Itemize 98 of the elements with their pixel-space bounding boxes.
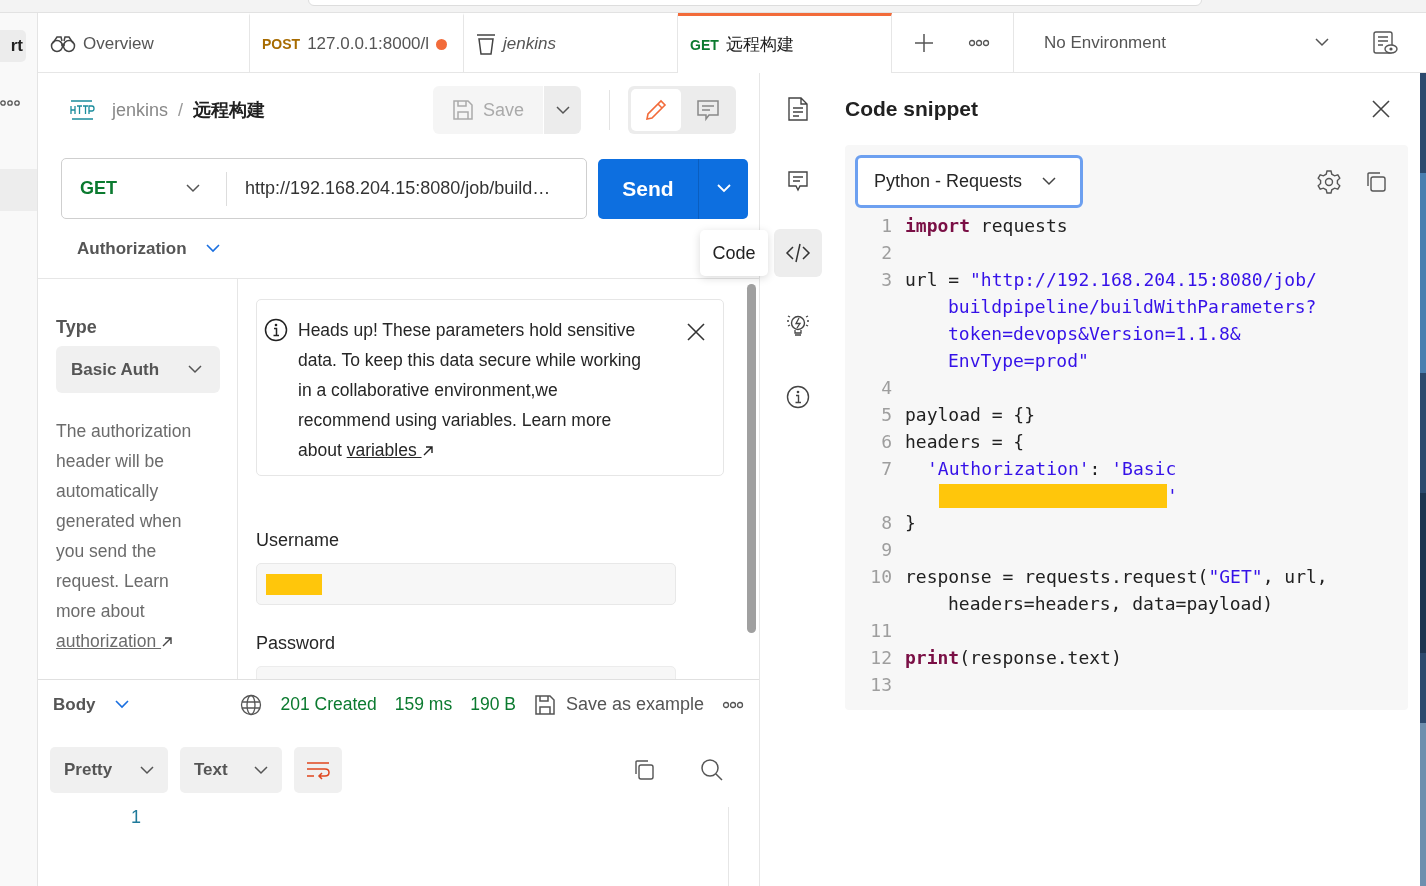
field-label: Username	[256, 530, 341, 551]
code-line: EnvType=prod"	[947, 349, 1090, 373]
caret-icon	[205, 244, 220, 253]
caret-icon	[555, 105, 570, 115]
environment-dropdown[interactable]: No Environment	[1014, 13, 1349, 72]
settings-icon[interactable]	[1316, 168, 1342, 195]
alert-text: Heads up! These parameters hold sensitive data. To keep this data secure while working in a collaborative environment,we recommend using variables. Learn more about variables	[298, 319, 643, 462]
line-number: 5	[880, 403, 892, 427]
caret-icon	[140, 765, 154, 775]
line-number: 7	[880, 457, 892, 481]
response-time[interactable]: 159 ms	[394, 694, 453, 715]
line-number: 8	[880, 511, 892, 535]
send-button[interactable]: Send	[598, 158, 699, 219]
line-number: 12	[869, 646, 892, 670]
line-number: 6	[880, 430, 892, 454]
code-line: buildpipeline/buildWithParameters?	[947, 295, 1318, 319]
breadcrumb-link[interactable]: jenkins	[112, 99, 169, 121]
caret-icon	[186, 184, 200, 193]
code-icon	[784, 243, 811, 263]
line-number: 11	[869, 619, 892, 643]
pencil-button[interactable]	[631, 89, 681, 131]
line-number: 13	[869, 673, 892, 697]
url-field[interactable]: GET http://192.168.204.15:8080/job/build…	[61, 158, 587, 219]
code-line: import requests	[905, 214, 1069, 238]
trash-can-icon	[476, 33, 496, 55]
globe-icon[interactable]	[240, 693, 263, 716]
code-line: }	[905, 511, 917, 535]
sidebar-button[interactable]: rt	[0, 30, 26, 62]
caret-icon	[188, 365, 202, 374]
code-button[interactable]	[773, 229, 822, 277]
copy-icon[interactable]	[632, 758, 656, 782]
code-line: url = "http://192.168.204.15:8080/job/	[905, 268, 1318, 292]
close-icon[interactable]	[1372, 100, 1390, 118]
caret-icon	[1315, 38, 1329, 47]
binoculars-icon	[50, 35, 76, 53]
info-icon	[785, 385, 810, 409]
field-label: Password	[256, 633, 337, 654]
line-number: 4	[880, 376, 892, 400]
code-line: payload = {}	[905, 403, 1037, 427]
document-icon	[786, 96, 809, 122]
section-dropdown[interactable]: Authorization	[77, 238, 220, 259]
line-number: 9	[880, 538, 892, 562]
wrap-lines-icon	[305, 759, 331, 781]
breadcrumb-separator: /	[178, 99, 184, 121]
panel-title: Code snippet	[845, 97, 978, 121]
send-options-button[interactable]	[699, 158, 748, 219]
close-icon[interactable]	[687, 323, 705, 341]
code-line: 'Authorization': 'Basic	[926, 457, 1178, 481]
code-text: '	[1167, 484, 1178, 508]
scrollbar[interactable]	[747, 284, 756, 633]
response-section-dropdown[interactable]: Body	[53, 694, 129, 715]
external-link-icon	[161, 636, 174, 649]
wrap-lines-button[interactable]	[294, 747, 342, 793]
copy-icon[interactable]	[1364, 169, 1388, 194]
code-line: print(response.text)	[905, 646, 1123, 670]
code-line: response = requests.request("GET", url,	[905, 565, 1329, 589]
info-icon	[264, 318, 288, 342]
line-number: 3	[880, 268, 892, 292]
http-icon	[68, 99, 96, 121]
caret-icon	[1042, 177, 1057, 186]
environment-quick-look-icon[interactable]	[1371, 29, 1398, 56]
more-icon[interactable]	[0, 100, 20, 106]
save-example-button[interactable]: Save as example	[533, 693, 704, 716]
caret-icon	[254, 765, 268, 775]
tab[interactable]: POST 127.0.0.1:8000/l	[250, 13, 464, 72]
tooltip: Code	[700, 230, 768, 276]
line-number: 1	[131, 807, 141, 828]
docs-link[interactable]: authorization	[56, 631, 174, 651]
line-number: 2	[880, 241, 892, 265]
code-line: headers=headers, data=payload)	[947, 592, 1275, 616]
tab[interactable]: GET 远程构建	[678, 13, 892, 73]
type-dropdown[interactable]: Text	[180, 747, 282, 793]
more-icon[interactable]	[722, 700, 744, 709]
language-dropdown[interactable]: Python - Requests	[855, 155, 1083, 208]
tab[interactable]: Overview	[38, 13, 250, 72]
request-name[interactable]: 远程构建	[193, 98, 266, 122]
variables-link[interactable]: variables	[346, 440, 434, 460]
line-number: 10	[869, 565, 892, 589]
search-icon[interactable]	[700, 758, 724, 782]
type-label: Type	[56, 317, 98, 338]
code-line: token=devops&Version=1.1.8&	[947, 322, 1242, 346]
comment-icon	[786, 170, 809, 192]
comment-icon	[696, 98, 720, 122]
pencil-icon	[644, 98, 668, 122]
status-code[interactable]: 201 Created	[280, 694, 377, 715]
input-field[interactable]	[256, 563, 676, 605]
redaction-mark	[266, 573, 322, 595]
line-number: 1	[880, 214, 892, 238]
plus-icon[interactable]	[914, 32, 934, 53]
format-dropdown[interactable]: Pretty	[50, 747, 168, 793]
more-icon[interactable]	[968, 38, 990, 47]
response-size[interactable]: 190 B	[470, 694, 516, 715]
caret-icon	[114, 700, 129, 709]
code-line: headers = {	[905, 430, 1026, 454]
external-link-icon	[421, 445, 434, 458]
auth-description: The authorization header will be automatically generated when you send the request. Learn more about authorization	[56, 420, 193, 653]
auth-type-dropdown[interactable]: Basic Auth	[56, 346, 220, 393]
caret-icon	[716, 184, 731, 193]
